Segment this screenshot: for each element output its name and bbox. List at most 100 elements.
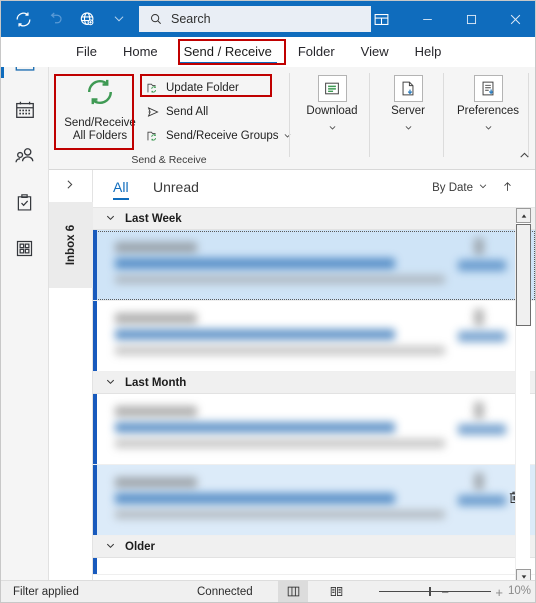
download-headers-icon	[317, 75, 347, 102]
server-button[interactable]: Server	[379, 75, 437, 137]
ribbon-group-send-receive: Send/Receive All Folders Update Folder S…	[49, 67, 292, 169]
sort-direction-button[interactable]	[501, 179, 514, 199]
table-row[interactable]	[93, 465, 535, 536]
date-redacted	[458, 495, 506, 506]
globe-icon[interactable]	[71, 4, 103, 34]
chevron-down-icon	[105, 538, 116, 556]
group-header-label: Last Week	[125, 212, 182, 225]
expand-folder-pane-icon[interactable]	[63, 178, 76, 196]
send-receive-groups-command[interactable]: Send/Receive Groups	[145, 126, 292, 146]
zoom-slider-thumb[interactable]	[429, 587, 431, 596]
close-button[interactable]	[493, 1, 535, 37]
chevron-down-icon[interactable]	[103, 4, 135, 34]
rail-item-calendar[interactable]	[1, 87, 48, 133]
sync-icon[interactable]	[7, 4, 39, 34]
send-receive-all-folders-label-line2: All Folders	[72, 130, 128, 142]
tab-file-label: File	[76, 44, 97, 59]
subject-redacted	[115, 329, 395, 340]
preferences-button-label: Preferences	[456, 105, 519, 117]
sort-by-dropdown[interactable]: By Date	[432, 181, 488, 194]
zoom-slider[interactable]	[379, 587, 491, 596]
ribbon-separator	[443, 73, 444, 157]
subject-redacted	[115, 258, 395, 269]
chevron-down-icon[interactable]	[328, 119, 337, 137]
send-all-icon	[145, 104, 162, 120]
chevron-down-icon[interactable]	[484, 119, 493, 137]
navigation-rail	[1, 37, 49, 584]
tab-help[interactable]: Help	[402, 37, 455, 67]
scroll-up-button[interactable]	[516, 208, 531, 223]
folder-inbox-vertical-tab[interactable]: Inbox 6	[49, 202, 93, 288]
attachment-icon	[474, 238, 484, 255]
title-bar: Search	[1, 1, 535, 37]
date-redacted	[458, 331, 506, 342]
filter-unread-tab[interactable]: Unread	[153, 179, 199, 195]
rail-item-tasks[interactable]	[1, 179, 48, 225]
maximize-button[interactable]	[449, 1, 493, 37]
update-folder-label: Update Folder	[166, 82, 239, 94]
tab-folder[interactable]: Folder	[285, 37, 348, 67]
send-receive-all-folders-button[interactable]: Send/Receive All Folders	[63, 75, 137, 143]
preferences-button[interactable]: Preferences	[453, 75, 523, 137]
table-row[interactable]	[93, 230, 535, 301]
send-all-label: Send All	[166, 106, 209, 118]
group-header-label: Older	[125, 540, 156, 553]
folder-pane-collapsed: Inbox 6	[49, 170, 93, 584]
tab-send-receive-label: Send / Receive	[183, 44, 272, 59]
ribbon-tabs: File Home Send / Receive Folder View Hel…	[49, 37, 454, 67]
status-filter-label: Filter applied	[13, 585, 79, 598]
preview-redacted	[115, 275, 445, 284]
ribbon-display-options-icon[interactable]	[361, 1, 401, 37]
tab-home-label: Home	[122, 44, 158, 59]
tab-folder-label: Folder	[297, 44, 335, 59]
zoom-in-button[interactable]: +	[495, 585, 503, 600]
scrollbar-thumb[interactable]	[516, 224, 531, 326]
table-row[interactable]	[93, 301, 535, 372]
zoom-level-label[interactable]: 10%	[508, 585, 531, 597]
chevron-down-icon[interactable]	[404, 119, 413, 137]
unread-bar	[93, 465, 97, 535]
rail-item-more-apps[interactable]	[1, 225, 48, 271]
tab-view[interactable]: View	[348, 37, 402, 67]
table-row[interactable]	[93, 394, 535, 465]
status-connection-label: Connected	[197, 585, 253, 598]
ribbon-separator	[528, 73, 529, 157]
date-redacted	[458, 424, 506, 435]
group-header-last-month[interactable]: Last Month	[93, 372, 535, 394]
chevron-down-icon[interactable]	[283, 127, 292, 145]
zoom-out-button[interactable]: −	[441, 585, 449, 600]
ribbon-group-label-send-receive: Send & Receive	[131, 154, 207, 166]
group-header-last-week[interactable]: Last Week	[93, 208, 535, 230]
update-folder-command[interactable]: Update Folder	[145, 78, 239, 98]
view-reading-button[interactable]	[321, 581, 351, 603]
unread-bar	[93, 301, 97, 371]
message-list[interactable]: Last Week Last Month Older	[93, 208, 535, 584]
chevron-down-icon	[478, 181, 488, 194]
group-header-older[interactable]: Older	[93, 536, 535, 558]
subject-redacted	[115, 493, 395, 504]
collapse-ribbon-icon[interactable]	[518, 149, 531, 167]
refresh-circular-icon	[83, 75, 117, 114]
undo-icon[interactable]	[39, 4, 71, 34]
minimize-button[interactable]	[405, 1, 449, 37]
server-icon	[393, 75, 423, 102]
tab-send-receive[interactable]: Send / Receive	[171, 37, 285, 67]
rail-item-people[interactable]	[1, 133, 48, 179]
send-all-command[interactable]: Send All	[145, 102, 208, 122]
preview-redacted	[115, 346, 445, 355]
search-icon	[149, 12, 163, 26]
view-normal-button[interactable]	[278, 580, 308, 602]
filter-all-tab[interactable]: All	[113, 179, 129, 200]
preview-redacted	[115, 439, 445, 448]
tab-file[interactable]: File	[63, 37, 110, 67]
attachment-icon	[474, 473, 484, 490]
search-placeholder: Search	[171, 12, 211, 26]
send-receive-groups-icon	[145, 128, 162, 144]
download-button[interactable]: Download	[301, 75, 363, 137]
table-row[interactable]	[93, 558, 535, 575]
update-folder-icon	[145, 80, 162, 96]
sort-by-label: By Date	[432, 181, 473, 194]
message-list-scrollbar[interactable]	[515, 208, 531, 584]
search-input[interactable]: Search	[139, 6, 371, 32]
tab-home[interactable]: Home	[110, 37, 171, 67]
